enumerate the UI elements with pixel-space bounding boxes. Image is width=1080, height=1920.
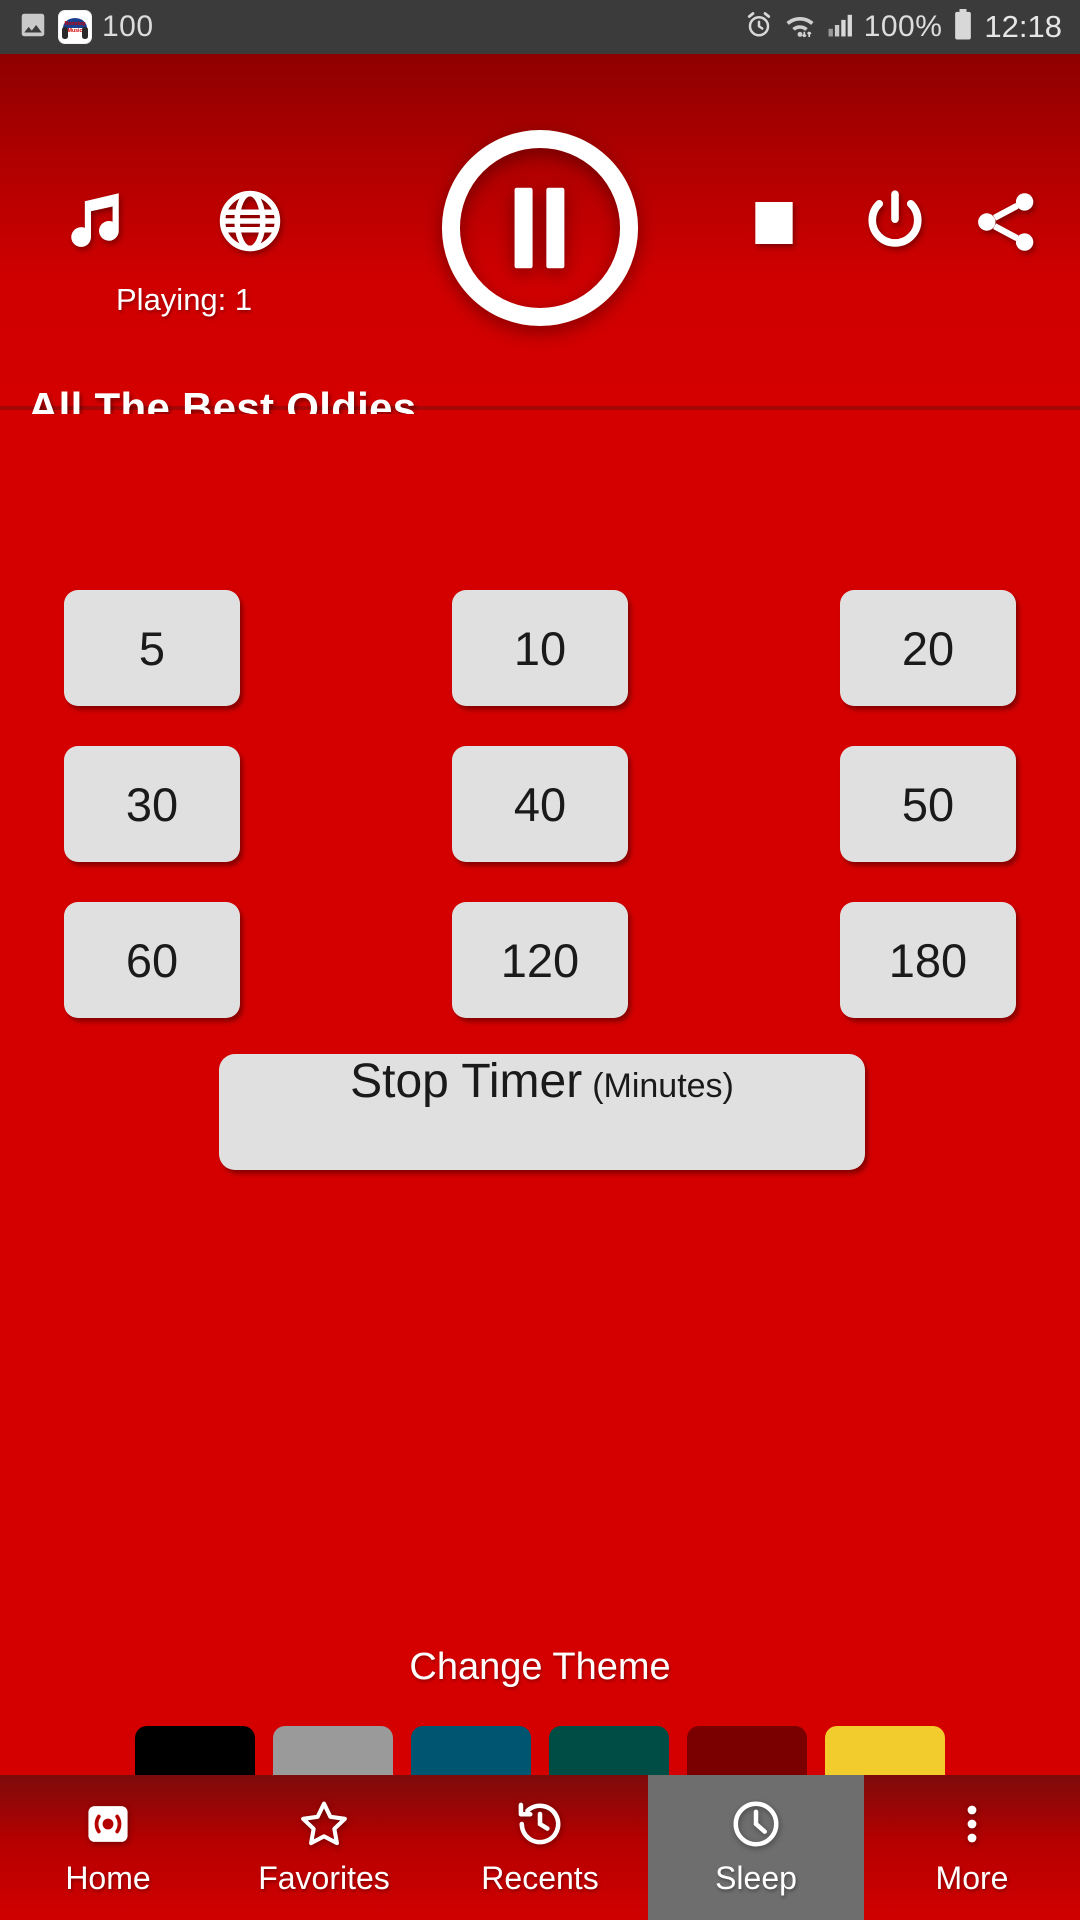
svg-text:Music: Music: [68, 28, 83, 34]
timer-button-10[interactable]: 10: [452, 590, 628, 706]
globe-icon[interactable]: [215, 186, 285, 256]
nav-label-sleep: Sleep: [715, 1860, 797, 1896]
stop-timer-label: Stop Timer: [350, 1055, 583, 1108]
radio-icon: [83, 1798, 133, 1850]
stop-timer-units-label: (Minutes): [592, 1067, 734, 1105]
music-note-icon[interactable]: [54, 184, 128, 258]
timer-button-40[interactable]: 40: [452, 746, 628, 862]
status-bar: Nonstop Music 100 100% 12:18: [0, 0, 1080, 54]
timer-button-5[interactable]: 5: [64, 590, 240, 706]
nav-label-favorites: Favorites: [258, 1860, 390, 1896]
player-header: Playing: 1 All The Best Oldies: [0, 54, 1080, 431]
timer-button-50[interactable]: 50: [840, 746, 1016, 862]
nav-label-recents: Recents: [481, 1860, 599, 1896]
more-vertical-icon: [948, 1798, 996, 1850]
play-pause-button[interactable]: [434, 122, 646, 334]
nav-item-home[interactable]: Home: [0, 1775, 216, 1920]
status-bar-clock: 12:18: [984, 9, 1062, 44]
nonstop-music-app-icon: Nonstop Music: [58, 10, 92, 44]
app-screen: Nonstop Music 100 100% 12:18 Playing: 1 …: [0, 0, 1080, 1920]
battery-icon: [952, 8, 974, 46]
timer-button-60[interactable]: 60: [64, 902, 240, 1018]
stop-timer-button[interactable]: Stop Timer (Minutes): [219, 1054, 865, 1170]
share-icon[interactable]: [970, 186, 1042, 258]
timer-button-180[interactable]: 180: [840, 902, 1016, 1018]
status-bar-right: 100% 12:18: [744, 8, 1062, 46]
timer-button-grid: 5 10 20 30 40 50 60 120 180: [0, 590, 1080, 1058]
stop-icon[interactable]: [745, 194, 803, 252]
bottom-navigation: Home Favorites Recents Sleep More: [0, 1775, 1080, 1920]
image-icon: [18, 10, 48, 45]
nav-label-more: More: [935, 1860, 1009, 1896]
wifi-icon: [784, 10, 816, 45]
nav-item-favorites[interactable]: Favorites: [216, 1775, 432, 1920]
notification-count: 100: [102, 10, 154, 43]
status-bar-left: Nonstop Music 100: [18, 10, 154, 45]
clock-icon: [729, 1798, 783, 1850]
timer-button-120[interactable]: 120: [452, 902, 628, 1018]
timer-button-30[interactable]: 30: [64, 746, 240, 862]
change-theme-label: Change Theme: [409, 1646, 671, 1688]
nav-item-more[interactable]: More: [864, 1775, 1080, 1920]
history-icon: [514, 1798, 566, 1850]
timer-button-20[interactable]: 20: [840, 590, 1016, 706]
signal-icon: [826, 11, 854, 44]
sleep-timer-panel: 5 10 20 30 40 50 60 120 180 Stop Timer (…: [0, 414, 1080, 1818]
playing-status-label: Playing: 1: [116, 282, 253, 317]
power-icon[interactable]: [860, 186, 930, 256]
battery-percent: 100%: [863, 10, 943, 43]
svg-text:Nonstop: Nonstop: [64, 21, 85, 27]
nav-item-recents[interactable]: Recents: [432, 1775, 648, 1920]
timer-row: 5 10 20: [0, 590, 1080, 706]
player-toolbar: [0, 54, 1080, 327]
nav-item-sleep[interactable]: Sleep: [648, 1775, 864, 1920]
star-icon: [298, 1798, 350, 1850]
alarm-icon: [744, 10, 774, 45]
nav-label-home: Home: [65, 1860, 151, 1896]
timer-row: 30 40 50: [0, 746, 1080, 862]
timer-row: 60 120 180: [0, 902, 1080, 1018]
